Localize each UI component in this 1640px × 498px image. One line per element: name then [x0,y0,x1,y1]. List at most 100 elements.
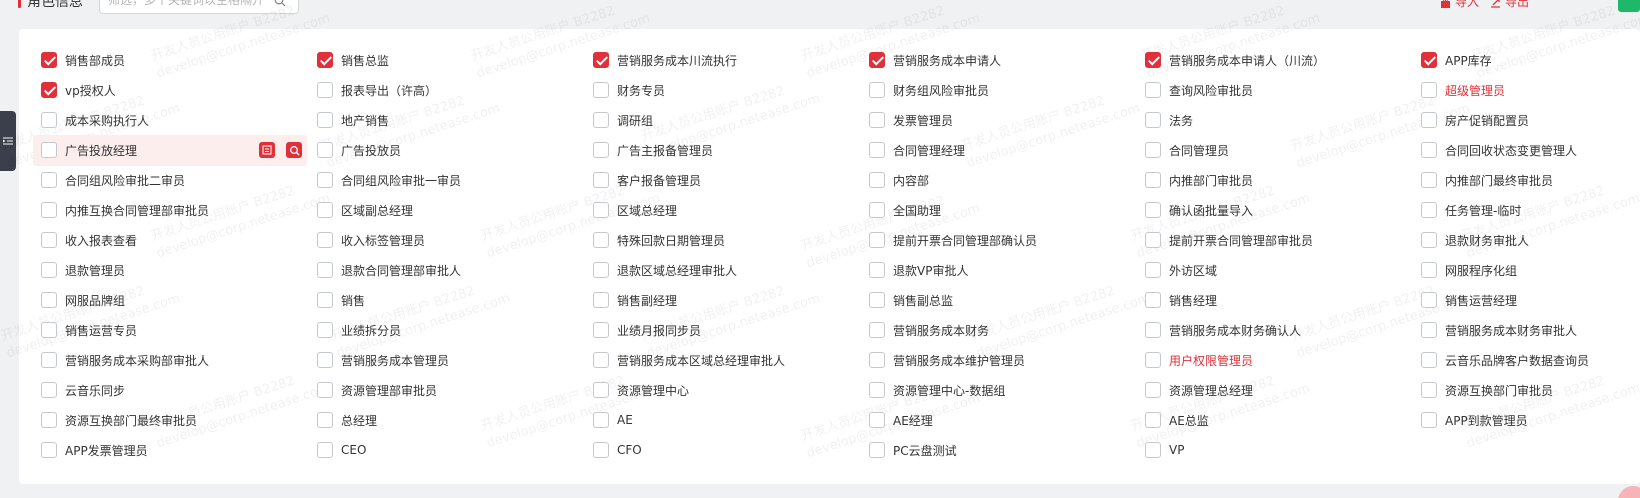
checkbox-unchecked[interactable] [1421,412,1437,428]
checkbox-unchecked[interactable] [1421,292,1437,308]
checkbox-unchecked[interactable] [41,112,57,128]
search-action-button[interactable] [286,142,302,158]
role-checkbox-item[interactable]: 销售运营专员 [41,315,137,345]
checkbox-unchecked[interactable] [317,82,333,98]
role-checkbox-item[interactable]: 内推部门审批员 [1145,165,1253,195]
checkbox-unchecked[interactable] [1145,82,1161,98]
role-checkbox-item[interactable]: 销售总监 [317,45,389,75]
role-checkbox-item[interactable]: 内容部 [869,165,929,195]
role-checkbox-item[interactable]: 销售副总监 [869,285,953,315]
role-checkbox-item[interactable]: 地产销售 [317,105,389,135]
role-checkbox-item[interactable]: 销售经理 [1145,285,1217,315]
checkbox-unchecked[interactable] [1421,262,1437,278]
role-checkbox-item[interactable]: 报表导出（许高） [317,75,437,105]
checkbox-unchecked[interactable] [593,382,609,398]
checkbox-unchecked[interactable] [869,292,885,308]
checkbox-unchecked[interactable] [869,82,885,98]
role-checkbox-item[interactable]: APP到款管理员 [1421,405,1528,435]
checkbox-unchecked[interactable] [317,112,333,128]
role-checkbox-item[interactable]: 营销服务成本维护管理员 [869,345,1025,375]
checkbox-unchecked[interactable] [317,352,333,368]
checkbox-unchecked[interactable] [1421,142,1437,158]
export-button[interactable]: 导出 [1490,0,1529,10]
checkbox-unchecked[interactable] [1145,442,1161,458]
checkbox-unchecked[interactable] [41,352,57,368]
role-checkbox-item[interactable]: 内推互换合同管理部审批员 [41,195,209,225]
role-checkbox-item[interactable]: 营销服务成本川流执行 [593,45,737,75]
role-checkbox-item[interactable]: 业绩拆分员 [317,315,401,345]
role-checkbox-item[interactable]: 退款财务审批人 [1421,225,1529,255]
role-checkbox-item[interactable]: 法务 [1145,105,1193,135]
role-checkbox-item[interactable]: 资源管理总经理 [1145,375,1253,405]
detail-action-button[interactable] [259,142,275,158]
role-checkbox-item[interactable]: 合同组风险审批一审员 [317,165,461,195]
role-checkbox-item[interactable]: 业绩月报同步员 [593,315,701,345]
role-checkbox-item[interactable]: 资源互换部门审批员 [1421,375,1553,405]
role-checkbox-item[interactable]: 资源管理中心 [593,375,689,405]
checkbox-unchecked[interactable] [1145,412,1161,428]
checkbox-unchecked[interactable] [317,202,333,218]
checkbox-unchecked[interactable] [593,172,609,188]
floating-corner-button[interactable] [1618,486,1640,498]
checkbox-unchecked[interactable] [1145,112,1161,128]
checkbox-unchecked[interactable] [1421,382,1437,398]
role-checkbox-item[interactable]: APP库存 [1421,45,1492,75]
import-button[interactable]: 导入 [1440,0,1479,10]
checkbox-unchecked[interactable] [593,292,609,308]
role-checkbox-item[interactable]: 营销服务成本管理员 [317,345,449,375]
role-checkbox-item[interactable]: 营销服务成本财务确认人 [1145,315,1301,345]
role-checkbox-item[interactable]: 发票管理员 [869,105,953,135]
checkbox-unchecked[interactable] [869,382,885,398]
role-checkbox-item[interactable]: 收入标签管理员 [317,225,425,255]
checkbox-unchecked[interactable] [41,172,57,188]
role-checkbox-item[interactable]: vp授权人 [41,75,116,105]
role-checkbox-item[interactable]: 外访区域 [1145,255,1217,285]
checkbox-unchecked[interactable] [869,202,885,218]
checkbox-unchecked[interactable] [317,382,333,398]
role-checkbox-item[interactable]: 用户权限管理员 [1145,345,1253,375]
role-checkbox-item[interactable]: 退款管理员 [41,255,125,285]
role-checkbox-item[interactable]: 云音乐同步 [41,375,125,405]
role-checkbox-item[interactable]: 营销服务成本财务 [869,315,989,345]
role-checkbox-item[interactable]: 确认函批量导入 [1145,195,1253,225]
role-checkbox-item[interactable]: CEO [317,435,366,465]
checkbox-unchecked[interactable] [41,262,57,278]
role-checkbox-item[interactable]: VP [1145,435,1184,465]
checkbox-unchecked[interactable] [317,172,333,188]
role-checkbox-item[interactable]: 提前开票合同管理部确认员 [869,225,1037,255]
checkbox-unchecked[interactable] [869,262,885,278]
checkbox-checked[interactable] [1145,52,1161,68]
role-checkbox-item[interactable]: 区域总经理 [593,195,677,225]
checkbox-unchecked[interactable] [869,442,885,458]
role-checkbox-item[interactable]: AE [593,405,633,435]
checkbox-unchecked[interactable] [869,412,885,428]
checkbox-unchecked[interactable] [41,382,57,398]
search-icon[interactable] [274,0,286,7]
role-checkbox-item[interactable]: 全国助理 [869,195,941,225]
checkbox-unchecked[interactable] [41,142,57,158]
role-checkbox-item[interactable]: 广告投放经理 [41,135,137,165]
checkbox-unchecked[interactable] [317,232,333,248]
checkbox-unchecked[interactable] [869,232,885,248]
role-checkbox-item[interactable]: 营销服务成本申请人 [869,45,1001,75]
role-checkbox-item[interactable]: 退款VP审批人 [869,255,968,285]
checkbox-unchecked[interactable] [41,292,57,308]
checkbox-unchecked[interactable] [1421,112,1437,128]
checkbox-unchecked[interactable] [593,412,609,428]
checkbox-unchecked[interactable] [1421,82,1437,98]
checkbox-unchecked[interactable] [593,442,609,458]
role-checkbox-item[interactable]: 销售运营经理 [1421,285,1517,315]
checkbox-unchecked[interactable] [1145,142,1161,158]
role-checkbox-item[interactable]: 成本采购执行人 [41,105,149,135]
checkbox-unchecked[interactable] [317,412,333,428]
role-checkbox-item[interactable]: 资源互换部门最终审批员 [41,405,197,435]
role-checkbox-item[interactable]: 销售副经理 [593,285,677,315]
checkbox-unchecked[interactable] [41,442,57,458]
checkbox-unchecked[interactable] [1145,322,1161,338]
checkbox-checked[interactable] [1421,52,1437,68]
role-checkbox-item[interactable]: 区域副总经理 [317,195,413,225]
role-checkbox-item[interactable]: 超级管理员 [1421,75,1505,105]
role-checkbox-item[interactable]: 营销服务成本财务审批人 [1421,315,1577,345]
checkbox-checked[interactable] [593,52,609,68]
role-checkbox-item[interactable]: 资源管理部审批员 [317,375,437,405]
